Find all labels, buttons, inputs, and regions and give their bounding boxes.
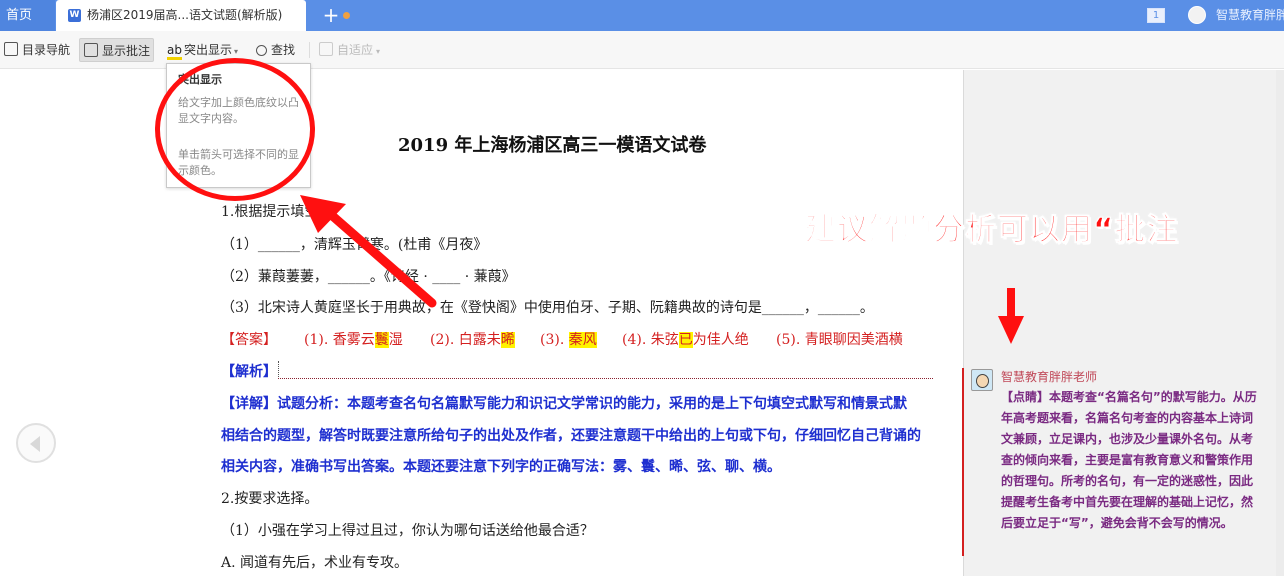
comment-author: 智慧教育胖胖老师 <box>1001 370 1098 384</box>
arrow-to-comment <box>998 288 1024 344</box>
comment-body[interactable]: 【点睛】本题考查“名篇名句”的默写能力。从历年高考题来看，名篇名句考查的内容基本… <box>1001 387 1259 534</box>
arrow-to-tooltip <box>300 195 437 308</box>
avatar-face-icon <box>976 374 989 388</box>
annotation-caption: 建议解题分析可以用“批注 <box>804 212 1179 249</box>
commenter-avatar-icon <box>971 369 993 391</box>
app-window: 首页 W 杨浦区2019届高...语文试题(解析版) + 1 智慧教育胖胖老 目… <box>0 0 1284 576</box>
comment-marker-bar <box>962 368 964 556</box>
